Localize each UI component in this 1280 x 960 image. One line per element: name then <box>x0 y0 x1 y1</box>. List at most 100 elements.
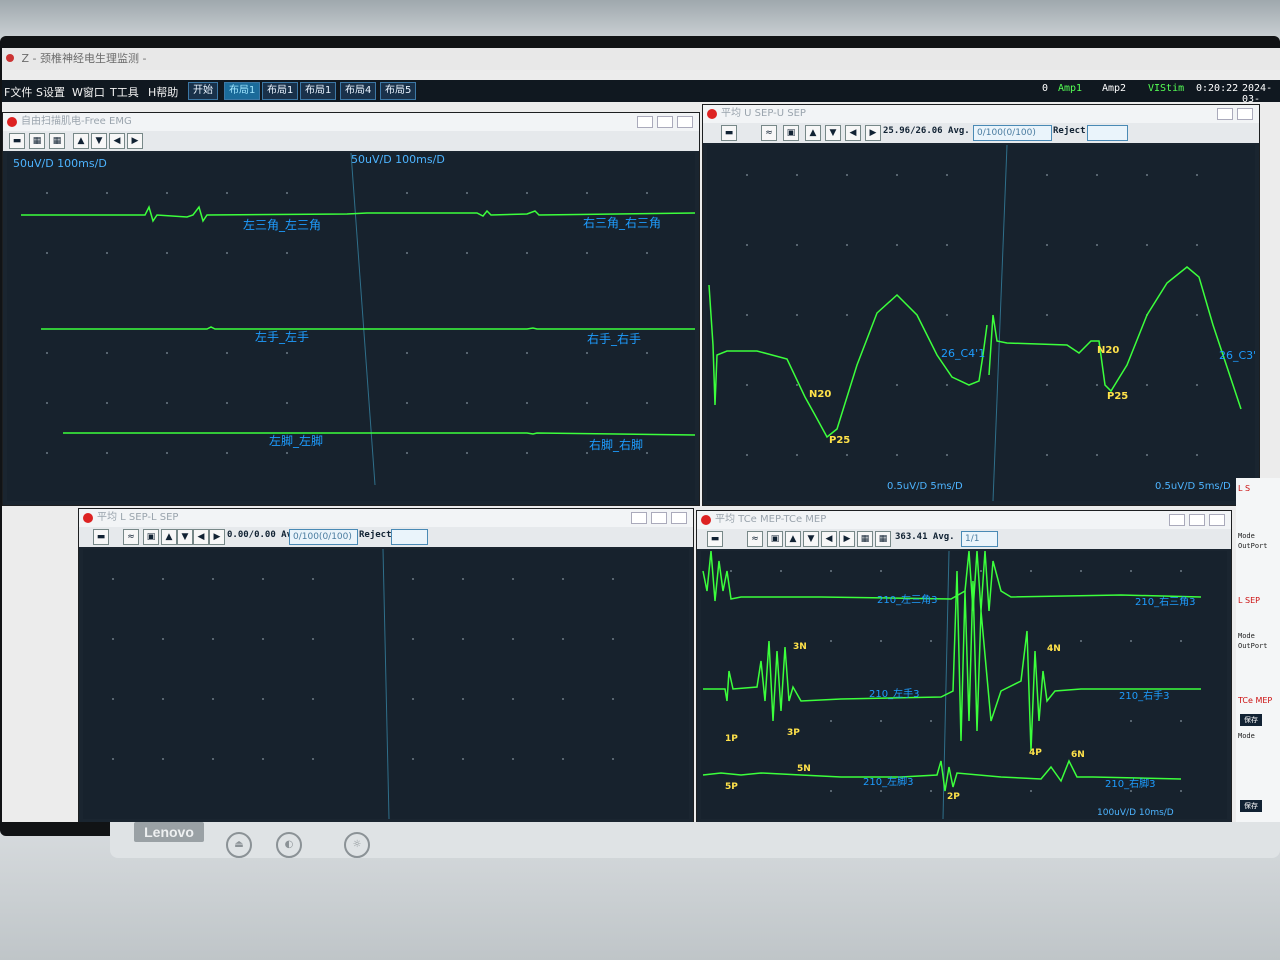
close-icon[interactable] <box>671 512 687 524</box>
grid-dots <box>112 578 614 760</box>
emg-panel-title: 自由扫描肌电-Free EMG <box>3 113 699 131</box>
stop-icon[interactable]: ▬ <box>9 133 25 149</box>
layout-tab-3[interactable]: 布局1 <box>300 82 337 100</box>
chevron-down-icon[interactable]: ▼ <box>91 133 107 149</box>
reject-field[interactable] <box>1087 125 1128 141</box>
layout-tab-5[interactable]: 布局5 <box>380 82 417 100</box>
chevron-right-icon[interactable]: ▶ <box>865 125 881 141</box>
chevron-left-icon[interactable]: ◀ <box>109 133 125 149</box>
tcmep-avg-label: 363.41 Avg. <box>895 532 955 542</box>
usep-progress-field: 0/100(0/100) <box>973 125 1052 141</box>
emg-trace <box>63 432 696 436</box>
chevron-left-icon[interactable]: ◀ <box>821 531 837 547</box>
tcmep-toolbar: ▬ ≈ ▣ ▲ ▼ ◀ ▶ ▦ ▦ 363.41 Avg. 1/1 <box>697 529 1231 549</box>
app-title-bar: Z - 颈椎神经电生理监测 - <box>2 48 1280 70</box>
layout-tab-4[interactable]: 布局4 <box>340 82 377 100</box>
menu-settings[interactable]: S设置 <box>36 84 65 100</box>
layout-tab-2[interactable]: 布局1 <box>262 82 299 100</box>
usep-trace-c3 <box>988 266 1242 410</box>
status-date: 2024-03- <box>1242 83 1273 105</box>
tcmep-channel-label: 210_右脚3 <box>1105 777 1155 790</box>
grid-icon[interactable]: ▦ <box>857 531 873 547</box>
side-save-button[interactable]: 保存 <box>1240 714 1262 726</box>
monitor-button-icon[interactable]: ◐ <box>276 832 302 858</box>
lsep-plot <box>83 548 689 820</box>
record-icon <box>707 109 717 119</box>
emg-title-text: 自由扫描肌电-Free EMG <box>21 116 132 127</box>
save-icon[interactable]: ▣ <box>783 125 799 141</box>
stop-icon[interactable]: ▬ <box>93 529 109 545</box>
menu-window[interactable]: W窗口 <box>72 84 105 100</box>
minimize-icon[interactable] <box>637 116 653 128</box>
grid-icon[interactable]: ▦ <box>49 133 65 149</box>
usep-toolbar: ▬ ≈ ▣ ▲ ▼ ◀ ▶ 25.96/26.06 Avg. 0/100(0/1… <box>703 123 1259 143</box>
minimize-icon[interactable] <box>1217 108 1233 120</box>
reject-label: Reject <box>1053 126 1086 136</box>
average-icon[interactable]: ≈ <box>761 125 777 141</box>
emg-channel-label: 右手_右手 <box>587 331 641 346</box>
side-mode-label: Mode <box>1238 732 1255 740</box>
status-timer: 0:20:22 <box>1196 83 1239 94</box>
chevron-right-icon[interactable]: ▶ <box>839 531 855 547</box>
average-icon[interactable]: ≈ <box>747 531 763 547</box>
save-icon[interactable]: ▣ <box>767 531 783 547</box>
divider-line <box>382 548 390 820</box>
usep-channel-label: 26_C4'1 <box>941 347 985 360</box>
emg-plot: 50uV/D 100ms/D 50uV/D 100ms/D 左三角_左三角 右三… <box>7 152 696 501</box>
grid-icon[interactable]: ▦ <box>875 531 891 547</box>
close-icon[interactable] <box>677 116 693 128</box>
chevron-up-icon[interactable]: ▲ <box>161 529 177 545</box>
minimize-icon[interactable] <box>1169 514 1185 526</box>
emg-trace-svg: 50uV/D 100ms/D 50uV/D 100ms/D 左三角_左三角 右三… <box>13 152 696 486</box>
stop-icon[interactable]: ▬ <box>707 531 723 547</box>
menu-tools[interactable]: T工具 <box>110 84 139 100</box>
save-icon[interactable]: ▣ <box>143 529 159 545</box>
side-mode-label: Mode <box>1238 532 1255 540</box>
marker-n20: N20 <box>1097 345 1119 356</box>
chevron-right-icon[interactable]: ▶ <box>127 133 143 149</box>
emg-channel-label: 左脚_左脚 <box>269 433 323 448</box>
lsep-trace-svg <box>112 548 614 820</box>
maximize-icon[interactable] <box>651 512 667 524</box>
chevron-left-icon[interactable]: ◀ <box>845 125 861 141</box>
marker-1p: 1P <box>725 734 738 744</box>
usep-panel: 平均 U SEP-U SEP ▬ ≈ ▣ ▲ ▼ ◀ ▶ 25.96/26.06… <box>702 104 1263 506</box>
emg-toolbar: ▬ ▦ ▦ ▲ ▼ ◀ ▶ <box>3 131 699 151</box>
grid-dots <box>46 192 648 454</box>
stop-icon[interactable]: ▬ <box>721 125 737 141</box>
chevron-left-icon[interactable]: ◀ <box>193 529 209 545</box>
chevron-down-icon[interactable]: ▼ <box>177 529 193 545</box>
maximize-icon[interactable] <box>1237 108 1253 120</box>
marker-3n: 3N <box>793 642 807 652</box>
usep-trace-c4 <box>708 284 988 439</box>
maximize-icon[interactable] <box>657 116 673 128</box>
side-save-button[interactable]: 保存 <box>1240 800 1262 812</box>
status-count: 0 <box>1042 83 1049 94</box>
reject-field[interactable] <box>391 529 428 545</box>
chevron-up-icon[interactable]: ▲ <box>73 133 89 149</box>
usep-title-text: 平均 U SEP-U SEP <box>721 108 806 119</box>
grid-icon[interactable]: ▦ <box>29 133 45 149</box>
menu-file[interactable]: F文件 <box>4 84 32 100</box>
chevron-right-icon[interactable]: ▶ <box>209 529 225 545</box>
monitor-button-icon[interactable]: ☼ <box>344 832 370 858</box>
chevron-up-icon[interactable]: ▲ <box>805 125 821 141</box>
minimize-icon[interactable] <box>631 512 647 524</box>
close-icon[interactable] <box>1209 514 1225 526</box>
emg-channel-label: 左三角_左三角 <box>243 217 321 232</box>
chevron-down-icon[interactable]: ▼ <box>825 125 841 141</box>
maximize-icon[interactable] <box>1189 514 1205 526</box>
chevron-down-icon[interactable]: ▼ <box>803 531 819 547</box>
marker-p25: P25 <box>829 435 850 446</box>
monitor-button-icon[interactable]: ⏏ <box>226 832 252 858</box>
average-icon[interactable]: ≈ <box>123 529 139 545</box>
record-icon <box>83 513 93 523</box>
menu-help[interactable]: H帮助 <box>148 84 178 100</box>
divider-line <box>350 152 376 486</box>
chevron-up-icon[interactable]: ▲ <box>785 531 801 547</box>
start-button[interactable]: 开始 <box>188 82 218 100</box>
marker-4p: 4P <box>1029 748 1042 758</box>
app-title: Z - 颈椎神经电生理监测 - <box>21 52 147 65</box>
layout-tab-1[interactable]: 布局1 <box>224 82 261 100</box>
tcmep-trace-svg: 3N 1P 3P 5P 5N 4N 4P 6N 2P 210_左三角3 210_… <box>702 550 1202 820</box>
